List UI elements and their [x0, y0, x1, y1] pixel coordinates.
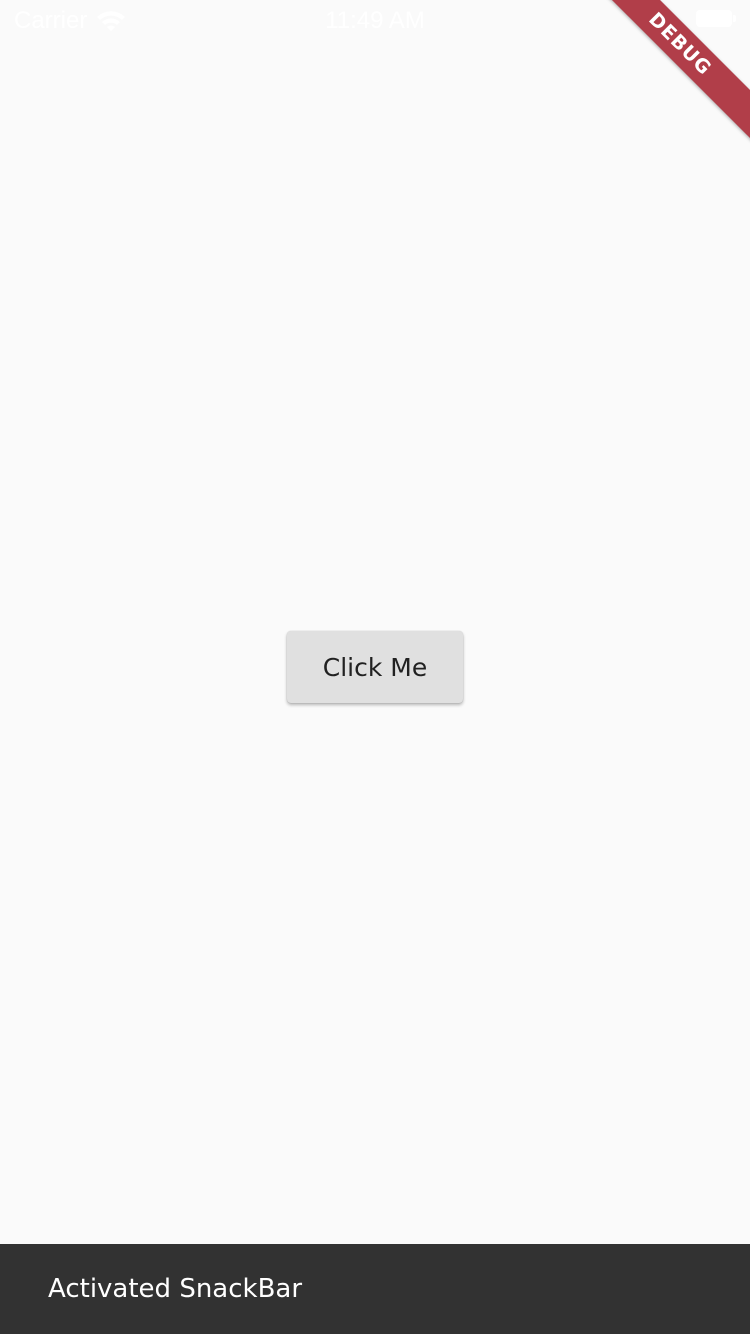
main-content: Click Me [0, 40, 750, 1244]
battery-icon [696, 10, 736, 27]
click-me-button[interactable]: Click Me [287, 631, 463, 703]
status-time: 11:49 AM [325, 7, 425, 34]
snackbar-message: Activated SnackBar [48, 1274, 303, 1304]
snackbar: Activated SnackBar [0, 1244, 750, 1334]
status-bar: Carrier 11:49 AM [0, 0, 750, 40]
